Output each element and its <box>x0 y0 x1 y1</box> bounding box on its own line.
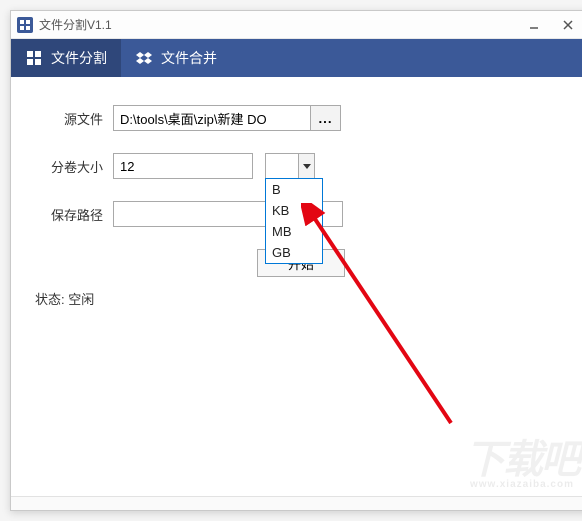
app-icon <box>17 17 33 33</box>
size-label: 分卷大小 <box>35 157 113 176</box>
unit-combo: B KB MB GB <box>265 153 315 179</box>
unit-option-mb[interactable]: MB <box>266 221 322 242</box>
tab-split-label: 文件分割 <box>51 48 107 68</box>
unit-option-gb[interactable]: GB <box>266 242 322 263</box>
dropbox-icon <box>135 49 153 67</box>
size-input[interactable] <box>113 153 253 179</box>
unit-option-b[interactable]: B <box>266 179 322 200</box>
watermark-main: 下载吧 <box>465 438 579 482</box>
status-value: 空闲 <box>68 292 94 307</box>
status-prefix: 状态: <box>35 292 68 307</box>
row-source: 源文件 ... <box>35 105 567 131</box>
source-label: 源文件 <box>35 109 113 128</box>
unit-combobox[interactable] <box>265 153 315 179</box>
unit-option-kb[interactable]: KB <box>266 200 322 221</box>
minimize-button[interactable] <box>517 14 551 36</box>
watermark: 下载吧 www.xiazaiba.com <box>465 427 579 490</box>
unit-dropdown: B KB MB GB <box>265 178 323 264</box>
content-area: 源文件 ... 分卷大小 B KB MB GB <box>11 77 582 496</box>
source-input[interactable] <box>113 105 311 131</box>
app-window: 文件分割V1.1 文件分割 文件合并 源文件 ... <box>10 10 582 511</box>
titlebar: 文件分割V1.1 <box>11 11 582 39</box>
chevron-down-icon <box>298 154 314 178</box>
tab-merge-label: 文件合并 <box>161 48 217 68</box>
tabbar: 文件分割 文件合并 <box>11 39 582 77</box>
tab-merge[interactable]: 文件合并 <box>121 39 231 77</box>
annotation-arrow-icon <box>301 203 471 443</box>
tab-split[interactable]: 文件分割 <box>11 39 121 77</box>
grid-icon <box>25 49 43 67</box>
savepath-label: 保存路径 <box>35 205 113 224</box>
window-title: 文件分割V1.1 <box>39 16 517 33</box>
statusbar <box>11 496 582 510</box>
row-size: 分卷大小 B KB MB GB <box>35 153 567 179</box>
watermark-sub: www.xiazaiba.com <box>465 479 579 490</box>
status-text: 状态: 空闲 <box>35 289 567 308</box>
browse-button[interactable]: ... <box>311 105 341 131</box>
close-button[interactable] <box>551 14 582 36</box>
